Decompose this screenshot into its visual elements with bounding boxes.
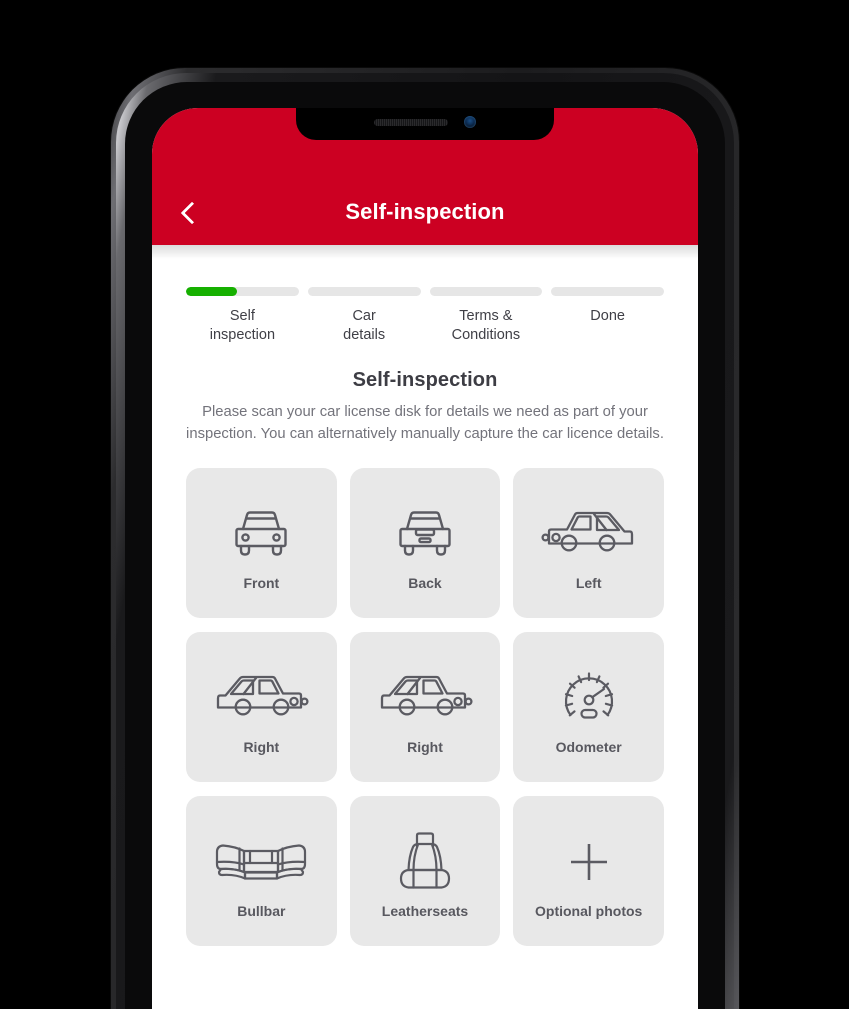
- photo-tile-optional-photos[interactable]: Optional photos: [513, 795, 664, 946]
- stepper-label: Done: [551, 307, 664, 326]
- photo-tile-front[interactable]: Front: [186, 467, 337, 618]
- car-seat-icon: [397, 823, 453, 901]
- tile-label: Right: [407, 738, 443, 755]
- car-side-left-icon: [541, 495, 637, 573]
- car-front-icon: [231, 495, 291, 573]
- stepper-fill: [186, 287, 237, 296]
- tile-label: Leatherseats: [381, 902, 469, 919]
- stepper-label: Self inspection: [186, 307, 299, 345]
- stepper-label-line: details: [343, 327, 386, 344]
- tile-label: Odometer: [555, 738, 622, 755]
- stepper-label-line: Conditions: [451, 327, 521, 344]
- screenshot-canvas: Self-inspection Self inspection Car deta…: [0, 0, 849, 1009]
- tile-label: Left: [575, 574, 602, 591]
- stepper-label: Car details: [308, 307, 421, 345]
- page-title: Self-inspection: [345, 199, 505, 224]
- app-body: Self inspection Car details Terms & Cond…: [152, 245, 698, 980]
- section-description: Please scan your car license disk for de…: [186, 404, 664, 442]
- photo-tile-right-1[interactable]: Right: [186, 631, 337, 782]
- car-side-right-icon: [213, 659, 309, 737]
- tile-label: Back: [408, 574, 442, 591]
- bullbar-icon: [213, 823, 309, 901]
- tile-label: Optional photos: [535, 902, 643, 919]
- tile-label: Front: [243, 574, 280, 591]
- stepper-step-self-inspection[interactable]: Self inspection: [186, 287, 299, 345]
- stepper-track: [551, 287, 664, 296]
- device-notch: [296, 108, 554, 140]
- stepper-step-car-details[interactable]: Car details: [307, 287, 421, 345]
- tile-label: Right: [243, 738, 280, 755]
- photo-tile-leatherseats[interactable]: Leatherseats: [349, 795, 501, 946]
- back-button[interactable]: [170, 191, 214, 235]
- chevron-left-icon: [180, 201, 204, 225]
- speaker-grille-icon: [374, 118, 448, 126]
- photo-tile-left[interactable]: Left: [513, 467, 664, 618]
- plus-icon: [567, 823, 611, 901]
- stepper-label-line: Done: [590, 308, 625, 324]
- photo-tile-grid: Front Back Left Right Right Odometer Bul…: [186, 467, 664, 980]
- front-camera-icon: [464, 116, 476, 128]
- tile-label: Bullbar: [237, 902, 286, 919]
- stepper-label-line: Terms &: [459, 308, 513, 324]
- photo-tile-odometer[interactable]: Odometer: [513, 631, 664, 782]
- stepper-track: [429, 287, 543, 296]
- photo-tile-bullbar[interactable]: Bullbar: [186, 795, 337, 946]
- car-back-icon: [395, 495, 455, 573]
- car-side-right-icon: [377, 659, 473, 737]
- stepper-label-line: Self: [229, 308, 255, 324]
- stepper-label-line: inspection: [209, 327, 276, 344]
- photo-tile-back[interactable]: Back: [349, 467, 501, 618]
- odometer-icon: [560, 659, 618, 737]
- photo-tile-right-2[interactable]: Right: [349, 631, 501, 782]
- progress-stepper: Self inspection Car details Terms & Cond…: [186, 245, 664, 345]
- stepper-track: [307, 287, 421, 296]
- phone-screen: Self-inspection Self inspection Car deta…: [152, 108, 698, 1009]
- stepper-track: [186, 287, 299, 296]
- stepper-label-line: Car: [352, 308, 376, 324]
- section-title: Self-inspection: [352, 369, 498, 392]
- stepper-step-done[interactable]: Done: [551, 287, 664, 345]
- stepper-label: Terms & Conditions: [430, 307, 543, 345]
- stepper-step-terms-conditions[interactable]: Terms & Conditions: [429, 287, 543, 345]
